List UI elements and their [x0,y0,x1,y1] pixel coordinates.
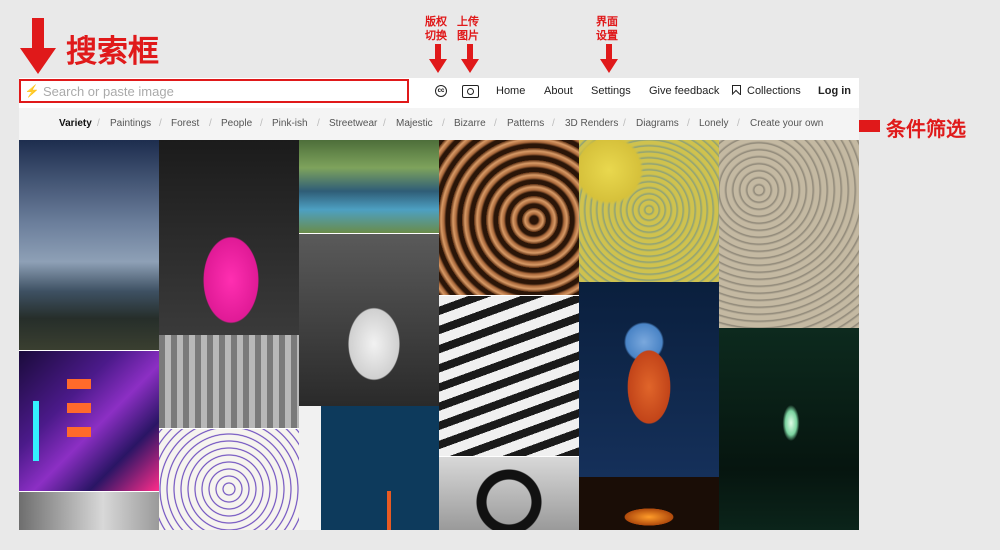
neon-window [67,379,91,389]
filter-people[interactable]: People [221,118,252,129]
filter-separator: / [494,118,497,129]
top-navigation: ⚡ cc Home About Settings Give feedback C… [19,78,859,106]
filter-pink-ish[interactable]: Pink-ish [272,118,308,129]
image-tile-sea-dusk[interactable] [19,140,159,350]
creative-commons-icon[interactable]: cc [435,85,447,97]
filter-separator: / [383,118,386,129]
nav-about[interactable]: About [544,85,573,97]
nav-collections[interactable]: Collections [747,85,801,97]
image-tile-warrior-art[interactable] [579,282,719,477]
nav-give-feedback[interactable]: Give feedback [649,85,719,97]
annotation-search-box: 搜索框 [66,34,159,69]
filter-paintings[interactable]: Paintings [110,118,151,129]
annotation-arrow-settings [600,44,618,73]
image-tile-taj-mahal-bw[interactable] [439,457,579,530]
filter-separator: / [209,118,212,129]
lightning-icon: ⚡ [24,84,40,98]
annotation-arrow-license [429,44,447,73]
filter-patterns[interactable]: Patterns [507,118,544,129]
filter-separator: / [687,118,690,129]
camera-upload-icon[interactable] [462,85,479,98]
image-tile-building-bw[interactable] [19,492,159,530]
neon-window [67,403,91,413]
annotation-upload: 上传 图片 [457,16,479,42]
image-tile-lace-fabric[interactable] [719,140,859,328]
search-input[interactable] [43,83,383,99]
filter-create-your-own[interactable]: Create your own [750,118,823,129]
neon-window [67,427,91,437]
nav-home[interactable]: Home [496,85,525,97]
image-tile-purple-scribble[interactable] [159,429,299,530]
filter-bizarre[interactable]: Bizarre [454,118,486,129]
red-table [387,491,391,530]
image-tile-stairs-bw[interactable] [439,296,579,456]
filter-forest[interactable]: Forest [171,118,199,129]
filter-bar: Variety / Paintings / Forest / People / … [19,108,859,140]
filter-separator: / [260,118,263,129]
annotation-settings: 界面 设置 [596,16,618,42]
annotation-arrow-search [20,18,56,74]
filter-majestic[interactable]: Majestic [396,118,433,129]
image-tile-green-tunnel[interactable] [719,328,859,530]
annotation-arrow-upload [461,44,479,73]
filter-separator: / [623,118,626,129]
filter-variety[interactable]: Variety [59,118,92,129]
filter-separator: / [317,118,320,129]
image-tile-forest-reflection[interactable] [299,140,439,233]
filter-separator: / [97,118,100,129]
image-tile-neon-building[interactable] [19,351,159,491]
neon-strip [33,401,39,461]
image-tile-candles[interactable] [579,477,719,530]
image-tile-wood-tunnel[interactable] [439,140,579,295]
nav-settings[interactable]: Settings [591,85,631,97]
filter-separator: / [159,118,162,129]
filter-streetwear[interactable]: Streetwear [329,118,377,129]
image-tile-group-photo-bw[interactable] [159,335,299,428]
login-button[interactable]: Log in [818,85,851,97]
filter-separator: / [552,118,555,129]
filter-lonely[interactable]: Lonely [699,118,728,129]
annotation-filters: 条件筛选 [886,119,966,141]
image-tile-snakeskin-leggings[interactable] [579,140,719,282]
image-tile-dancer-bw[interactable] [299,234,439,406]
annotation-license: 版权 切换 [425,16,447,42]
filter-separator: / [737,118,740,129]
app-frame: ⚡ cc Home About Settings Give feedback C… [19,78,859,530]
image-tile-blue-tiles[interactable] [299,406,439,530]
image-tile-pink-gown[interactable] [159,140,299,335]
filter-separator: / [442,118,445,129]
filter-diagrams[interactable]: Diagrams [636,118,679,129]
filter-3d-renders[interactable]: 3D Renders [565,118,618,129]
bookmark-icon[interactable] [732,85,741,95]
search-bar[interactable]: ⚡ [19,79,409,103]
